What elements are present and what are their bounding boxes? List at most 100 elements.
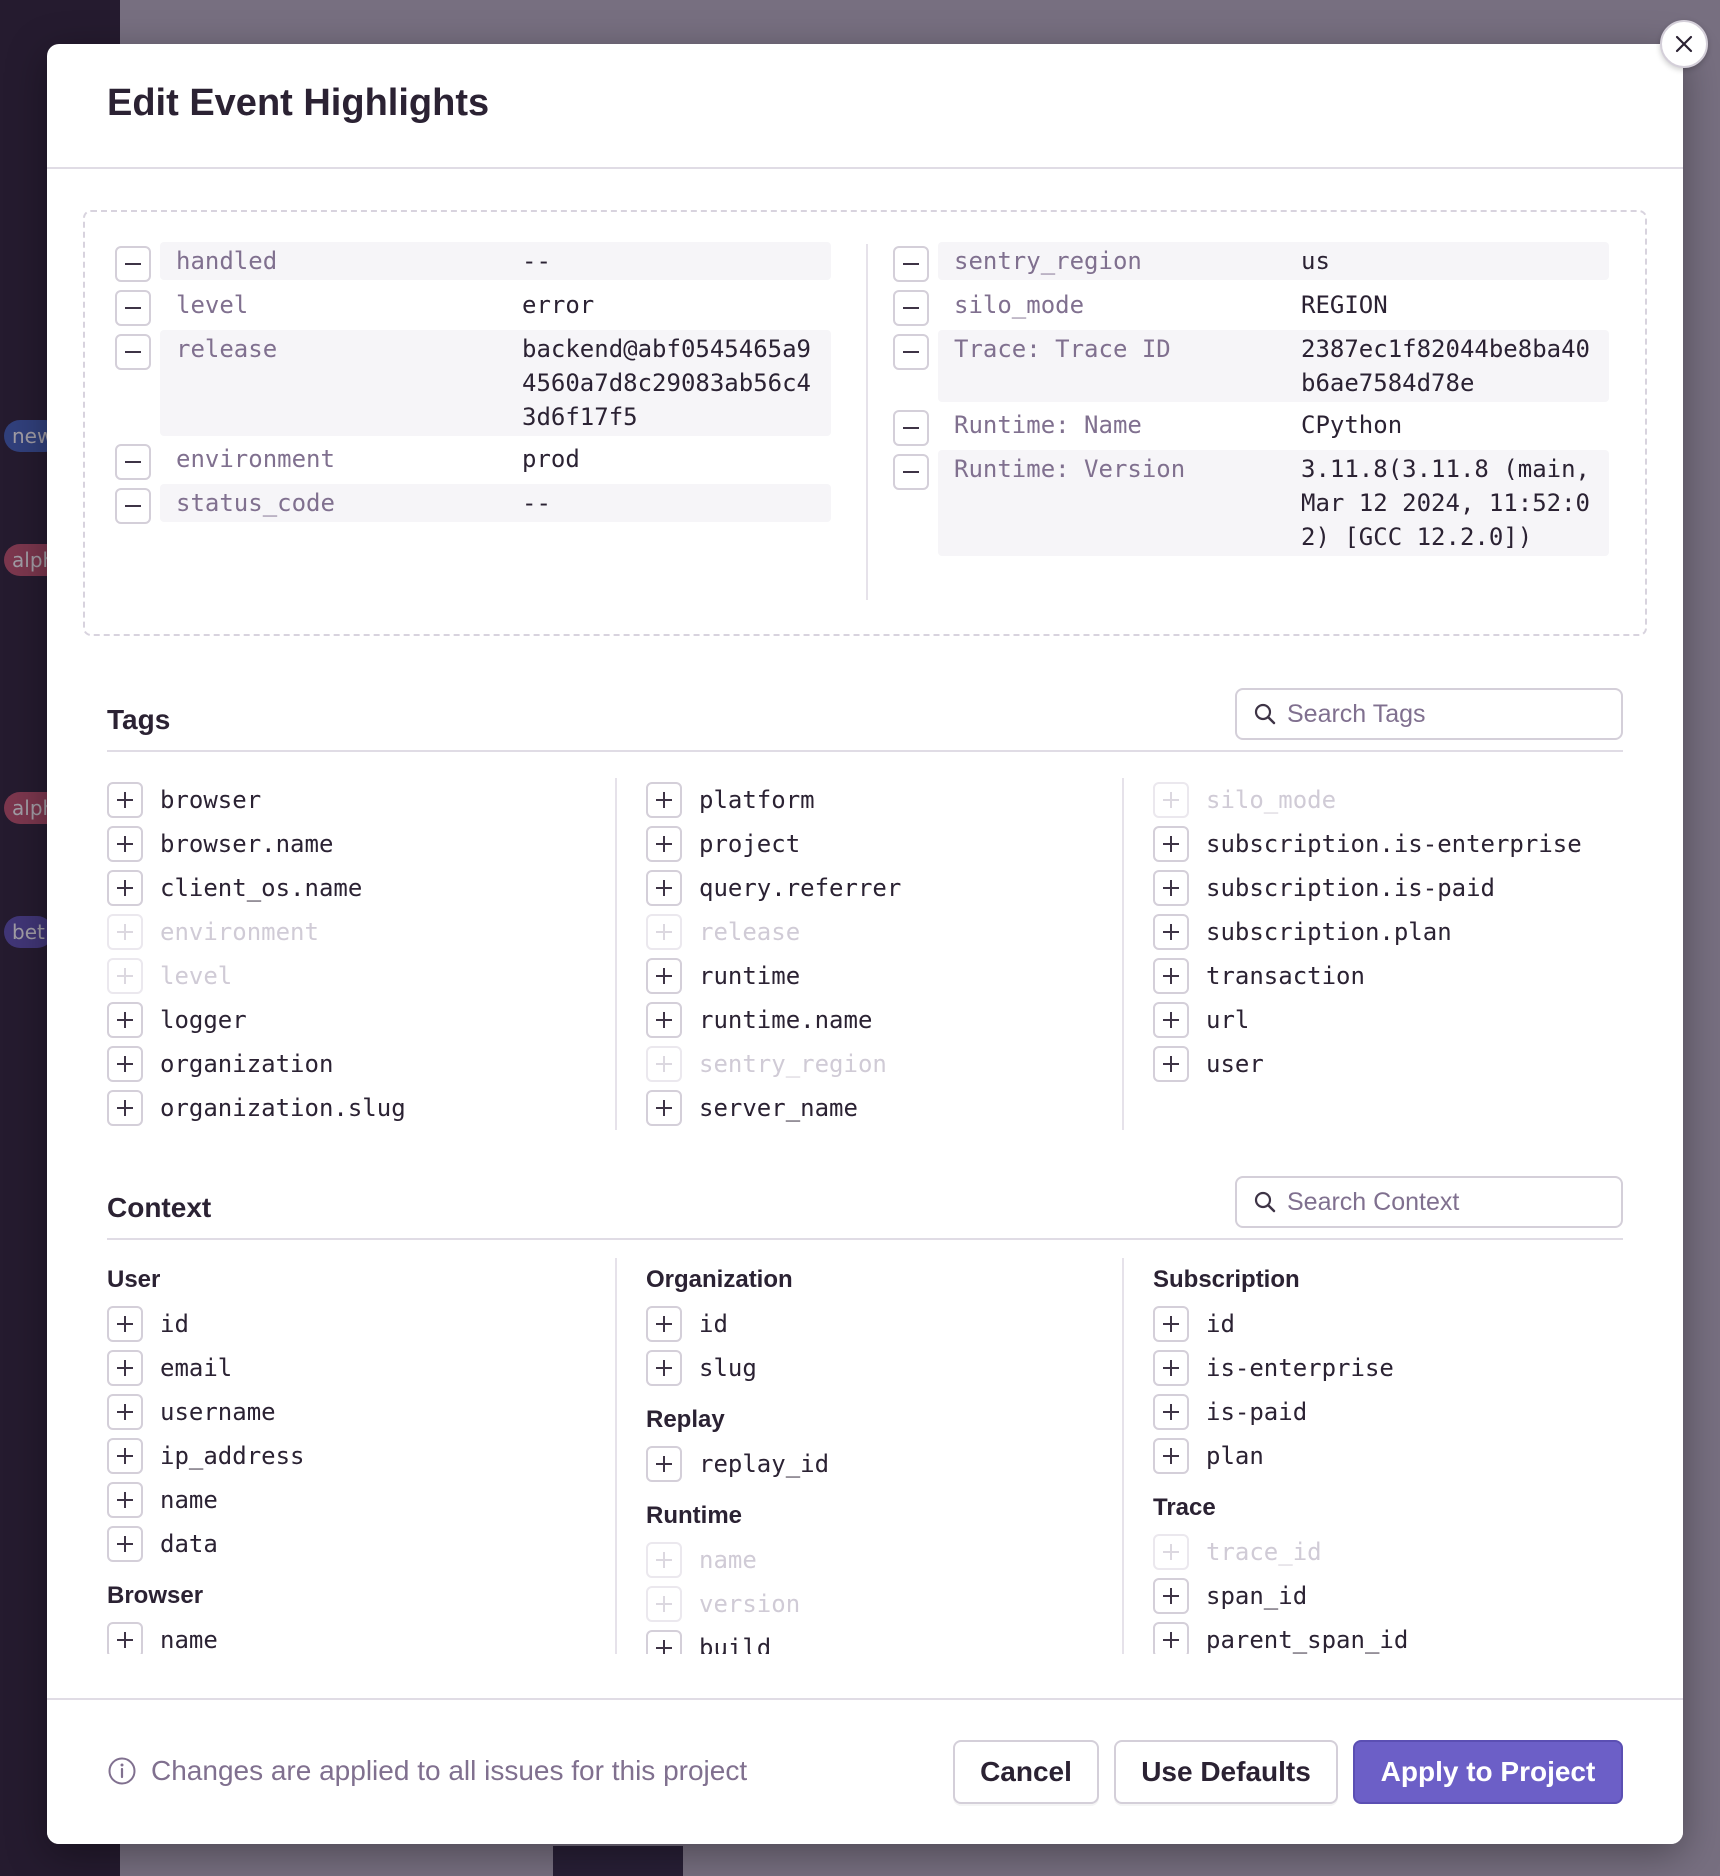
add-item-row[interactable]: plan <box>1153 1434 1623 1478</box>
add-item-row[interactable]: organization <box>107 1042 612 1086</box>
plus-icon[interactable] <box>107 1002 143 1038</box>
plus-icon[interactable] <box>107 1306 143 1342</box>
plus-icon[interactable] <box>646 1630 682 1654</box>
plus-icon[interactable] <box>1153 870 1189 906</box>
add-item-row[interactable]: id <box>107 1302 612 1346</box>
add-item-row[interactable]: browser.name <box>107 822 612 866</box>
remove-highlight-button[interactable] <box>115 444 151 480</box>
plus-icon[interactable] <box>107 1526 143 1562</box>
add-item-row[interactable]: browser <box>107 778 612 822</box>
add-item-row[interactable]: client_os.name <box>107 866 612 910</box>
add-item-row[interactable]: ip_address <box>107 1434 612 1478</box>
add-item-row[interactable]: username <box>107 1390 612 1434</box>
minus-icon <box>903 263 919 265</box>
plus-icon[interactable] <box>646 1446 682 1482</box>
remove-highlight-button[interactable] <box>893 246 929 282</box>
plus-icon[interactable] <box>646 1090 682 1126</box>
add-item-row[interactable]: id <box>646 1302 1151 1346</box>
add-item-row[interactable]: data <box>107 1522 612 1566</box>
context-search-input[interactable] <box>1287 1187 1607 1217</box>
plus-icon[interactable] <box>1153 914 1189 950</box>
plus-icon[interactable] <box>107 1394 143 1430</box>
add-item-row[interactable]: organization.slug <box>107 1086 612 1130</box>
plus-icon[interactable] <box>107 1350 143 1386</box>
plus-icon[interactable] <box>1153 1394 1189 1430</box>
plus-icon[interactable] <box>107 782 143 818</box>
remove-highlight-button[interactable] <box>893 454 929 490</box>
plus-icon[interactable] <box>1153 1622 1189 1654</box>
item-label: silo_mode <box>1206 786 1337 814</box>
add-item-row[interactable]: id <box>1153 1302 1623 1346</box>
highlight-cell: handled -- <box>160 242 831 280</box>
plus-icon[interactable] <box>646 1350 682 1386</box>
add-item-row[interactable]: is-enterprise <box>1153 1346 1623 1390</box>
remove-highlight-button[interactable] <box>115 334 151 370</box>
highlight-key: silo_mode <box>954 291 1085 319</box>
add-item-row[interactable]: user <box>1153 1042 1658 1086</box>
add-item-row[interactable]: transaction <box>1153 954 1658 998</box>
add-item-row[interactable]: url <box>1153 998 1658 1042</box>
add-item-row[interactable]: subscription.plan <box>1153 910 1658 954</box>
item-label: name <box>160 1626 218 1654</box>
plus-icon[interactable] <box>1153 958 1189 994</box>
plus-icon[interactable] <box>107 1046 143 1082</box>
add-item-row: release <box>646 910 1151 954</box>
plus-icon[interactable] <box>646 870 682 906</box>
cancel-button[interactable]: Cancel <box>953 1740 1099 1804</box>
plus-icon[interactable] <box>107 1622 143 1654</box>
minus-icon <box>903 351 919 353</box>
plus-icon[interactable] <box>1153 1002 1189 1038</box>
plus-icon[interactable] <box>1153 1438 1189 1474</box>
add-item-row[interactable]: parent_span_id <box>1153 1618 1623 1654</box>
close-modal-button[interactable] <box>1660 20 1708 68</box>
add-item-row[interactable]: runtime <box>646 954 1151 998</box>
remove-highlight-button[interactable] <box>893 410 929 446</box>
add-item-row[interactable]: replay_id <box>646 1442 1151 1486</box>
plus-icon[interactable] <box>646 1306 682 1342</box>
tags-search[interactable] <box>1235 688 1623 740</box>
highlights-right-column: sentry_region us silo_mode REGION Trace: Tra… <box>893 242 1609 560</box>
plus-icon[interactable] <box>107 1438 143 1474</box>
remove-highlight-button[interactable] <box>893 334 929 370</box>
minus-icon <box>125 351 141 353</box>
plus-icon[interactable] <box>1153 1578 1189 1614</box>
remove-highlight-button[interactable] <box>115 290 151 326</box>
plus-icon[interactable] <box>1153 826 1189 862</box>
add-item-row[interactable]: slug <box>646 1346 1151 1390</box>
add-item-row[interactable]: subscription.is-enterprise <box>1153 822 1658 866</box>
plus-icon[interactable] <box>1153 1046 1189 1082</box>
add-item-row[interactable]: email <box>107 1346 612 1390</box>
add-item-row[interactable]: subscription.is-paid <box>1153 866 1658 910</box>
plus-icon[interactable] <box>646 782 682 818</box>
add-item-row[interactable]: is-paid <box>1153 1390 1623 1434</box>
plus-icon[interactable] <box>107 870 143 906</box>
context-search[interactable] <box>1235 1176 1623 1228</box>
add-item-row[interactable]: name <box>107 1618 612 1654</box>
item-label: is-paid <box>1206 1398 1308 1426</box>
add-item-row[interactable]: span_id <box>1153 1574 1623 1618</box>
item-label: ip_address <box>160 1442 305 1470</box>
item-label: user <box>1206 1050 1264 1078</box>
plus-icon[interactable] <box>107 826 143 862</box>
plus-icon[interactable] <box>107 1090 143 1126</box>
plus-icon[interactable] <box>646 958 682 994</box>
apply-to-project-button[interactable]: Apply to Project <box>1353 1740 1623 1804</box>
add-item-row[interactable]: query.referrer <box>646 866 1151 910</box>
plus-icon[interactable] <box>1153 1350 1189 1386</box>
add-item-row[interactable]: build <box>646 1626 1151 1654</box>
plus-icon[interactable] <box>107 1482 143 1518</box>
remove-highlight-button[interactable] <box>115 246 151 282</box>
remove-highlight-button[interactable] <box>893 290 929 326</box>
plus-icon[interactable] <box>1153 1306 1189 1342</box>
add-item-row[interactable]: platform <box>646 778 1151 822</box>
add-item-row[interactable]: runtime.name <box>646 998 1151 1042</box>
tags-search-input[interactable] <box>1287 699 1607 729</box>
add-item-row[interactable]: logger <box>107 998 612 1042</box>
remove-highlight-button[interactable] <box>115 488 151 524</box>
plus-icon[interactable] <box>646 1002 682 1038</box>
add-item-row[interactable]: project <box>646 822 1151 866</box>
add-item-row[interactable]: name <box>107 1478 612 1522</box>
plus-icon[interactable] <box>646 826 682 862</box>
use-defaults-button[interactable]: Use Defaults <box>1114 1740 1338 1804</box>
add-item-row[interactable]: server_name <box>646 1086 1151 1130</box>
